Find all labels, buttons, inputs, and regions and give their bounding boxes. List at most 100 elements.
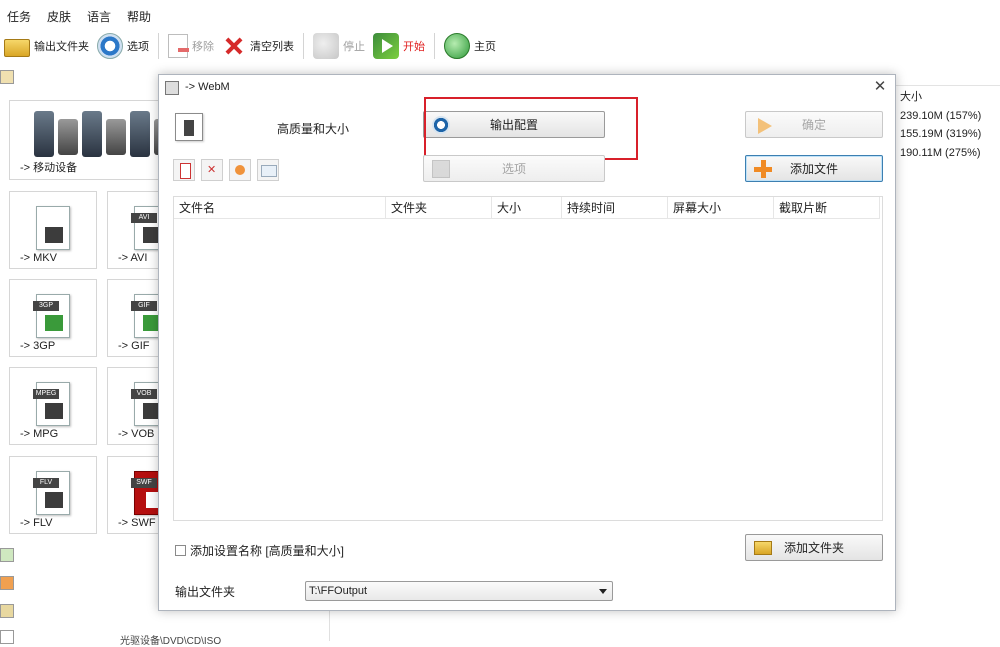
output-folder-label: 输出文件夹 (175, 585, 236, 599)
size-header: 大小 (900, 91, 922, 103)
options-label: 选项 (127, 41, 149, 53)
webm-dialog: -> WebM ✕ 高质量和大小 输出配置 选项 确定 添加文件 文件名 文件夹… (158, 74, 1000, 638)
menu-help[interactable]: 帮助 (120, 7, 160, 27)
folder-add-icon (754, 541, 772, 555)
watermark (989, 608, 1000, 638)
add-setting-name-label: 添加设置名称 [高质量和大小] (190, 544, 345, 558)
tile-mkv[interactable]: -> MKV (9, 191, 97, 269)
quality-label: 高质量和大小 (277, 122, 350, 136)
column-size[interactable]: 大小 (492, 197, 562, 219)
clear-list-button[interactable]: 清空列表 (218, 30, 298, 62)
arrow-right-icon (758, 118, 772, 134)
ok-button[interactable]: 确定 (745, 111, 883, 138)
start-label: 开始 (403, 41, 425, 53)
output-config-button[interactable]: 输出配置 (423, 111, 605, 138)
screen-icon[interactable] (257, 159, 279, 181)
dialog-titlebar[interactable]: -> WebM ✕ (159, 75, 895, 101)
column-duration[interactable]: 持续时间 (562, 197, 668, 219)
tile-label: -> FLV (20, 517, 53, 529)
remove-label: 移除 (192, 41, 214, 53)
toolbar-divider (434, 33, 435, 59)
gear-icon (432, 116, 450, 134)
home-button[interactable]: 主页 (440, 30, 500, 62)
3gp-badge: 3GP (33, 301, 59, 311)
remove-button[interactable]: 移除 (164, 30, 218, 62)
column-screen-size[interactable]: 屏幕大小 (668, 197, 774, 219)
task-size-value: 190.11M (275%) (900, 146, 981, 159)
add-setting-name-option[interactable]: 添加设置名称 [高质量和大小] (175, 542, 344, 559)
close-icon (222, 34, 246, 58)
output-folder-value: T:\FFOutput (309, 585, 368, 597)
menu-task[interactable]: 任务 (0, 7, 40, 27)
plus-icon (754, 160, 772, 178)
add-file-button[interactable]: 添加文件 (745, 155, 883, 182)
dialog-title: -> WebM (185, 81, 230, 93)
stop-label: 停止 (343, 41, 365, 53)
output-config-label: 输出配置 (489, 118, 538, 132)
tile-label: -> GIF (118, 340, 150, 352)
column-clip[interactable]: 截取片断 (774, 197, 880, 219)
play-icon (373, 33, 399, 59)
3gp-format-icon: 3GP (33, 294, 70, 338)
task-size-value: 155.19M (319%) (900, 128, 982, 140)
options-button[interactable]: 选项 (93, 30, 153, 62)
swf-badge: SWF (131, 478, 157, 488)
webm-format-icon (175, 113, 203, 141)
menu-skin[interactable]: 皮肤 (40, 7, 80, 27)
flv-badge: FLV (33, 478, 59, 488)
video-category-icon[interactable] (0, 70, 14, 84)
mpeg-format-icon: MPEG (33, 382, 70, 426)
chevron-down-icon (599, 589, 607, 594)
avi-badge: AVI (131, 213, 157, 223)
file-table[interactable]: 文件名 文件夹 大小 持续时间 屏幕大小 截取片断 (173, 196, 883, 521)
mpeg-badge: MPEG (33, 389, 59, 399)
menu-language[interactable]: 语言 (80, 7, 120, 27)
tile-label: -> VOB (118, 428, 155, 440)
mkv-format-icon (36, 206, 70, 250)
task-size-column: 大小 239.10M (157%) 155.19M (319%) 190.11M… (900, 88, 981, 162)
gif-badge: GIF (131, 301, 157, 311)
tile-label: -> MPG (20, 428, 59, 440)
clear-list-label: 清空列表 (250, 41, 294, 53)
close-icon[interactable]: ✕ (871, 78, 889, 96)
add-folder-label: 添加文件夹 (783, 541, 844, 555)
folder-icon (4, 39, 30, 57)
flv-format-icon: FLV (33, 471, 70, 515)
vob-badge: VOB (131, 389, 157, 399)
tile-flv[interactable]: FLV -> FLV (9, 456, 97, 534)
toolbar-divider (303, 33, 304, 59)
tile-label: -> 3GP (20, 340, 56, 352)
output-folder-label: 输出文件夹 (34, 41, 89, 53)
column-folder[interactable]: 文件夹 (386, 197, 492, 219)
tile-mpg[interactable]: MPEG -> MPG (9, 367, 97, 445)
column-filename[interactable]: 文件名 (174, 197, 386, 219)
toolbar: 输出文件夹 选项 移除 清空列表 停止 开始 主页 (0, 28, 1000, 64)
gear-icon (97, 33, 123, 59)
new-document-icon[interactable] (173, 159, 195, 181)
add-folder-button[interactable]: 添加文件夹 (745, 534, 883, 561)
menu-bar: 任务 皮肤 语言 帮助 (0, 7, 160, 27)
file-table-header: 文件名 文件夹 大小 持续时间 屏幕大小 截取片断 (174, 197, 880, 219)
delete-icon[interactable] (201, 159, 223, 181)
add-file-label: 添加文件 (789, 162, 838, 176)
tile-3gp[interactable]: 3GP -> 3GP (9, 279, 97, 357)
app-icon (165, 81, 179, 95)
start-button[interactable]: 开始 (369, 30, 429, 62)
file-tools (173, 159, 279, 181)
remove-document-icon (168, 34, 189, 58)
disc-device-label[interactable]: 光驱设备\DVD\CD\ISO (120, 632, 221, 647)
output-folder-button[interactable]: 输出文件夹 (0, 30, 93, 62)
tile-label: -> MKV (20, 252, 57, 264)
ok-label: 确定 (801, 118, 826, 132)
stop-button[interactable]: 停止 (309, 30, 369, 62)
stop-icon (313, 33, 339, 59)
tile-label: -> AVI (118, 252, 148, 264)
toolbar-divider (158, 33, 159, 59)
options-button[interactable]: 选项 (423, 155, 605, 182)
add-setting-name-checkbox[interactable] (175, 545, 186, 556)
output-folder-select[interactable]: T:\FFOutput (305, 581, 613, 601)
home-label: 主页 (474, 41, 496, 53)
options-label: 选项 (501, 162, 526, 176)
tile-label: -> SWF (118, 517, 156, 529)
record-icon[interactable] (229, 159, 251, 181)
